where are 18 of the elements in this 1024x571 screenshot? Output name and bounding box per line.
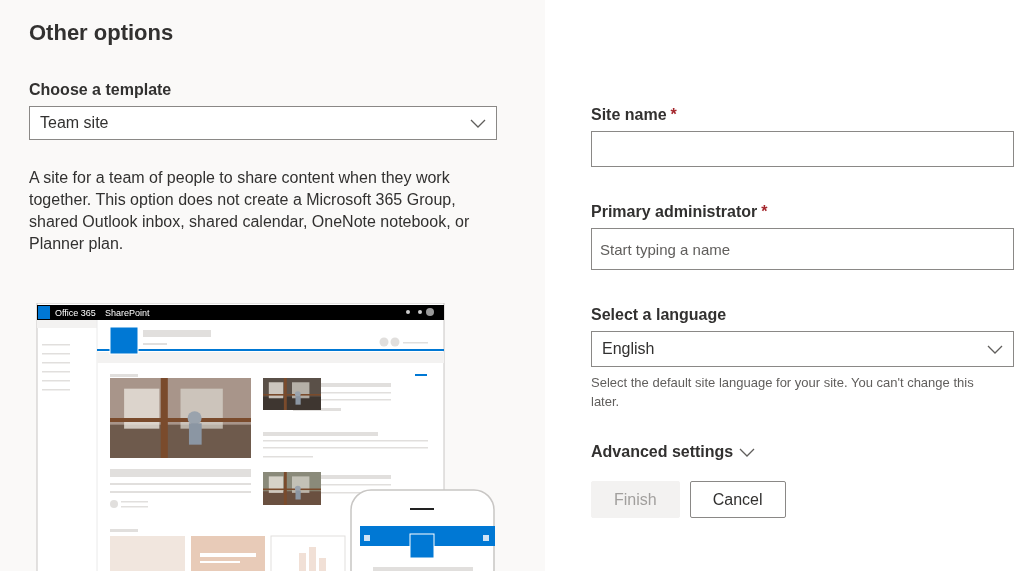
language-dropdown[interactable]: English [591, 331, 1014, 367]
administrator-label: Primary administrator * [591, 203, 769, 221]
app-name: SharePoint [105, 308, 150, 318]
chevron-down-icon [739, 447, 756, 457]
site-name-label: Site name * [591, 106, 678, 124]
template-dropdown[interactable]: Team site [29, 106, 497, 140]
suite-name: Office 365 [55, 308, 96, 318]
cancel-button[interactable]: Cancel [689, 481, 786, 518]
chevron-down-icon [987, 344, 1003, 354]
template-label: Choose a template [29, 81, 173, 99]
advanced-settings-toggle[interactable]: Advanced settings [591, 443, 756, 461]
language-help-text: Select the default site language for your site. You can't change this later. [591, 374, 975, 411]
template-description: A site for a team of people to share content when they work together. This option does not create a Microsoft 365 Group, shared Outlook inbox, shared calendar, OneNote notebook, or Planner plan. [29, 168, 471, 254]
administrator-field[interactable]: Start typing a name [591, 228, 1014, 270]
chevron-down-icon [470, 118, 486, 128]
section-title: Other options [29, 20, 175, 46]
site-name-field[interactable] [591, 131, 1014, 167]
language-label: Select a language [591, 306, 728, 324]
